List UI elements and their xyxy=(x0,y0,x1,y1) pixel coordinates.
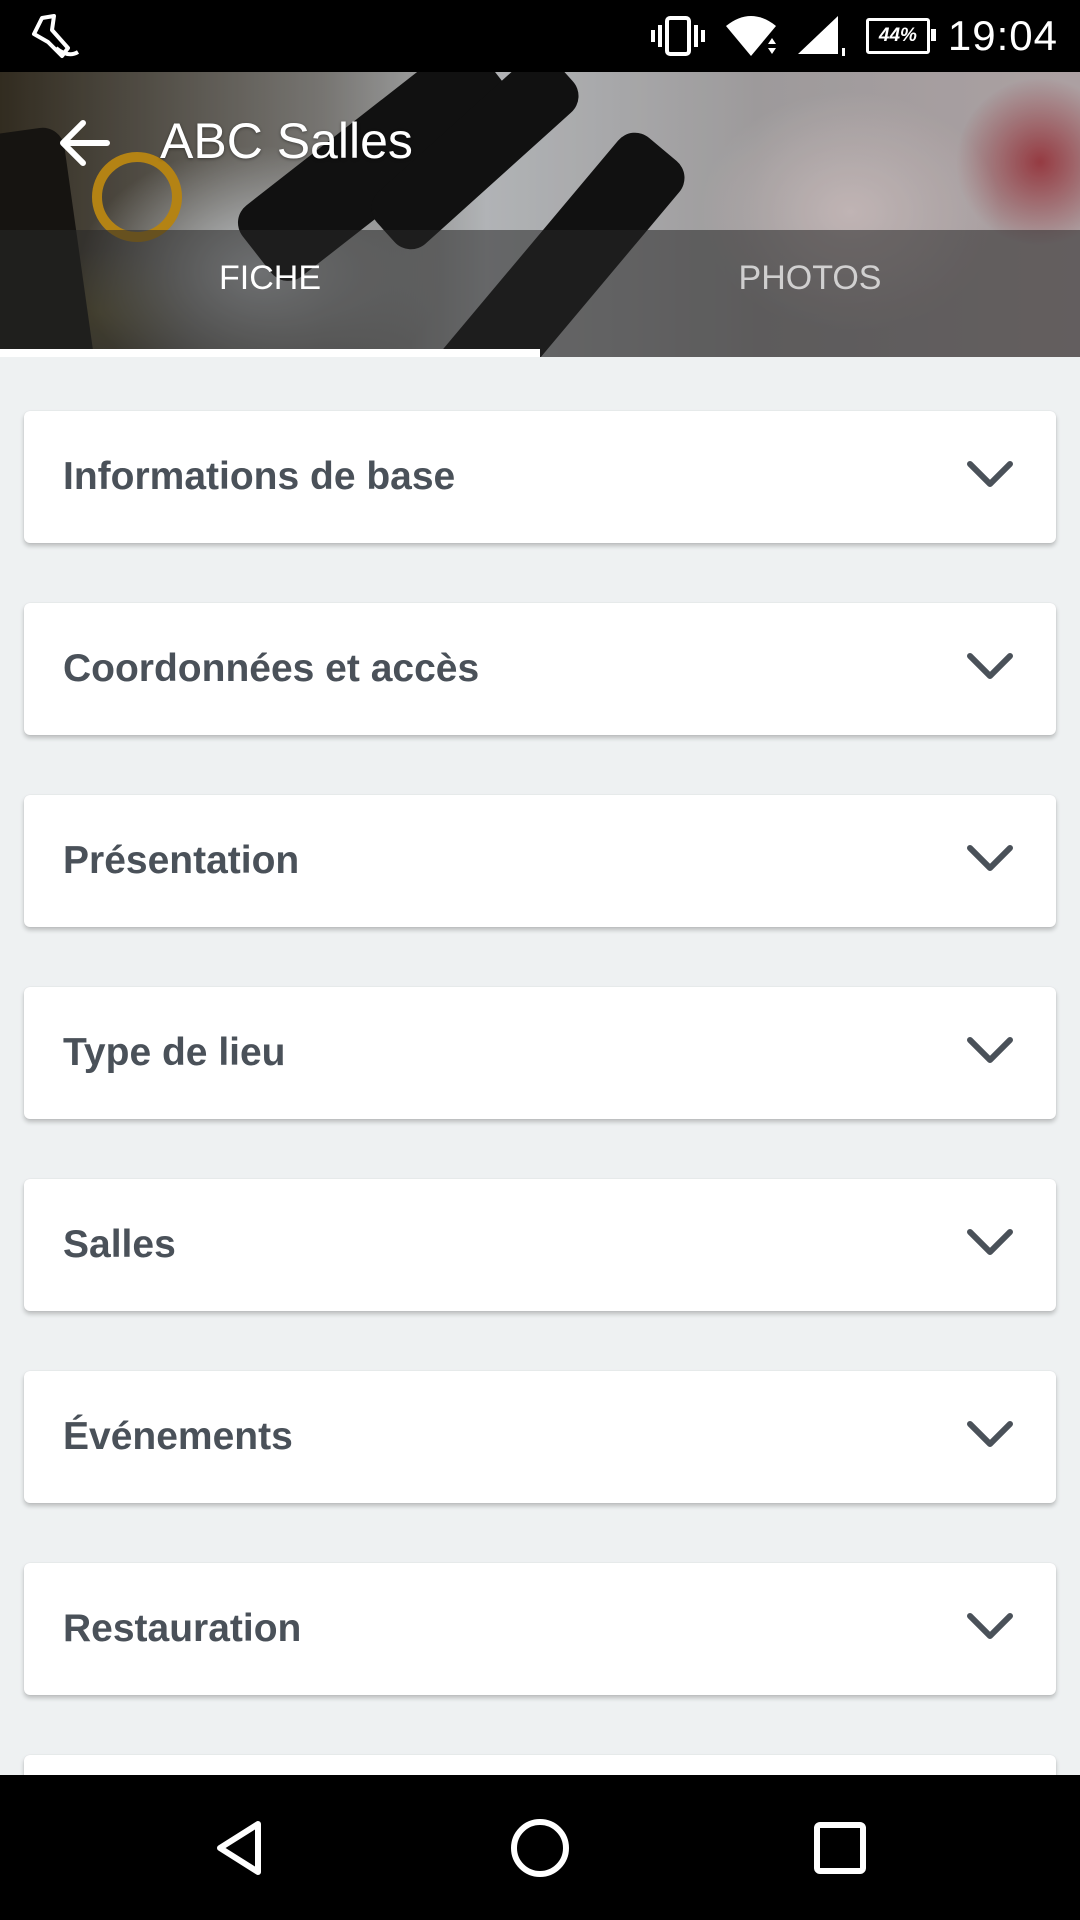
section-label: Salles xyxy=(63,1223,176,1266)
chevron-down-icon xyxy=(967,1037,1013,1063)
back-triangle-icon xyxy=(217,1820,261,1875)
page-title: ABC Salles xyxy=(160,113,413,169)
section-evenements[interactable]: Événements xyxy=(24,1371,1056,1503)
chevron-down-icon xyxy=(967,1421,1013,1447)
nav-recents-button[interactable] xyxy=(760,1775,920,1920)
header-banner: ABC Salles FICHE PHOTOS xyxy=(0,72,1080,357)
recents-square-icon xyxy=(814,1821,866,1874)
clock: 19:04 xyxy=(947,12,1058,59)
chevron-down-icon xyxy=(967,653,1013,679)
arrow-left-icon xyxy=(60,120,110,166)
section-label: Type de lieu xyxy=(63,1031,286,1074)
chevron-down-icon xyxy=(967,1229,1013,1255)
section-label: Informations de base xyxy=(63,455,456,498)
section-salles[interactable]: Salles xyxy=(24,1179,1056,1311)
section-label: Coordonnées et accès xyxy=(63,647,480,690)
notification-app-icon xyxy=(32,14,80,58)
tab-photos[interactable]: PHOTOS xyxy=(540,230,1080,357)
section-presentation[interactable]: Présentation xyxy=(24,795,1056,927)
chevron-down-icon xyxy=(967,845,1013,871)
signal-icon xyxy=(797,16,845,56)
navigation-bar xyxy=(0,1775,1080,1920)
section-type-de-lieu[interactable]: Type de lieu xyxy=(24,987,1056,1119)
section-informations-de-base[interactable]: Informations de base xyxy=(24,411,1056,543)
toolbar: ABC Salles xyxy=(0,72,1080,212)
wifi-icon xyxy=(725,16,776,56)
home-circle-icon xyxy=(511,1818,569,1877)
section-restauration[interactable]: Restauration xyxy=(24,1563,1056,1695)
vibrate-icon xyxy=(650,16,705,56)
nav-home-button[interactable] xyxy=(460,1775,620,1920)
back-button[interactable] xyxy=(50,108,120,178)
section-label: Présentation xyxy=(63,839,300,882)
chevron-down-icon xyxy=(967,1613,1013,1639)
nav-back-button[interactable] xyxy=(160,1775,320,1920)
status-bar: 44% 19:04 xyxy=(0,0,1080,72)
battery-icon: 44% xyxy=(865,18,936,54)
chevron-down-icon xyxy=(967,461,1013,487)
section-label: Restauration xyxy=(63,1607,302,1650)
section-coordonnees-et-acces[interactable]: Coordonnées et accès xyxy=(24,603,1056,735)
tab-bar: FICHE PHOTOS xyxy=(0,230,1080,357)
section-label: Événements xyxy=(63,1415,293,1458)
tab-fiche[interactable]: FICHE xyxy=(0,230,540,357)
battery-level: 44% xyxy=(878,25,917,46)
